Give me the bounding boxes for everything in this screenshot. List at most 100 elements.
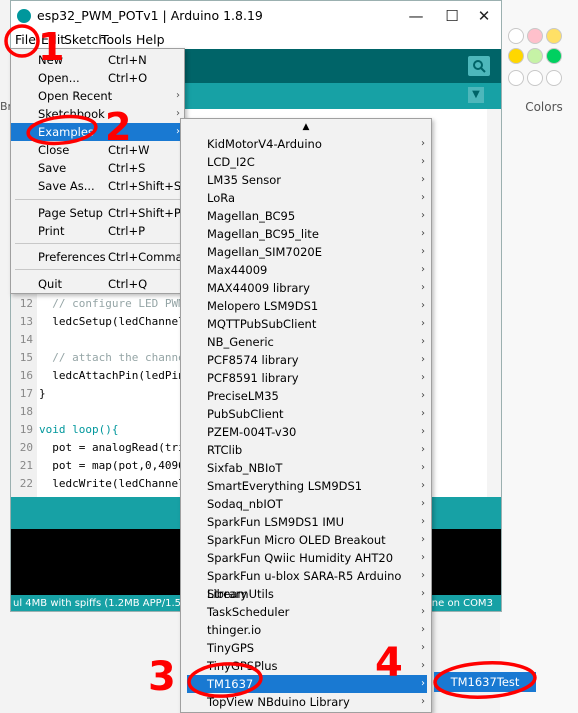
menu-item-label: MAX44009 library [207,281,310,295]
chevron-right-icon: › [421,336,425,347]
examples-item-tinygps[interactable]: TinyGPS › [181,639,431,657]
scroll-up-arrow-icon[interactable]: ▲ [181,119,431,135]
examples-item-rtclib[interactable]: RTClib › [181,441,431,459]
examples-item-pzem-004t-v30[interactable]: PZEM-004T-v30 › [181,423,431,441]
close-button[interactable]: ✕ [467,5,501,27]
chevron-right-icon: › [421,696,425,707]
menu-item-preferences[interactable]: Preferences Ctrl+Comma [11,248,184,266]
examples-item-pubsubclient[interactable]: PubSubClient › [181,405,431,423]
menu-item-sketchbook[interactable]: Sketchbook › [11,105,184,123]
line-number: 17 [19,387,33,400]
menu-file[interactable]: File [13,31,38,49]
examples-item-pcf8574-library[interactable]: PCF8574 library › [181,351,431,369]
examples-item-sixfab-nbiot[interactable]: Sixfab_NBIoT › [181,459,431,477]
chevron-right-icon: › [421,534,425,545]
examples-item-sparkfun-lsm9ds1-imu[interactable]: SparkFun LSM9DS1 IMU › [181,513,431,531]
examples-item-sparkfun-qwiic-humidity-aht20[interactable]: SparkFun Qwiic Humidity AHT20 › [181,549,431,567]
menu-item-label: TinyGPS [207,641,255,655]
examples-item-mqttpubsubclient[interactable]: MQTTPubSubClient › [181,315,431,333]
chevron-right-icon: › [421,660,425,671]
examples-item-magellan-sim7020e[interactable]: Magellan_SIM7020E › [181,243,431,261]
chevron-right-icon: › [421,498,425,509]
menu-item-examples[interactable]: Examples › [11,123,184,141]
swatch-empty[interactable] [527,70,543,86]
chevron-right-icon: › [421,480,425,491]
examples-item-nb-generic[interactable]: NB_Generic › [181,333,431,351]
swatch-green[interactable] [546,48,562,64]
examples-item-max44009[interactable]: Max44009 › [181,261,431,279]
examples-item-lora[interactable]: LoRa › [181,189,431,207]
code-text: ledcWrite(ledChannel [39,477,185,490]
chevron-right-icon: › [176,90,180,101]
chevron-right-icon: › [421,426,425,437]
minimize-button[interactable]: — [399,5,433,27]
examples-item-sparkfun-micro-oled-breakout[interactable]: SparkFun Micro OLED Breakout › [181,531,431,549]
menu-item-label: Sixfab_NBIoT [207,461,283,475]
menu-item-quit[interactable]: Quit Ctrl+Q [11,275,184,293]
tab-menu-button[interactable]: ▼ [468,87,484,103]
menu-tools[interactable]: Tools [99,31,134,49]
examples-item-lm35-sensor[interactable]: LM35 Sensor › [181,171,431,189]
menu-item-page-setup[interactable]: Page Setup Ctrl+Shift+P [11,204,184,222]
menu-item-save-as[interactable]: Save As... Ctrl+Shift+S [11,177,184,195]
code-text: ledcSetup(ledChannel [39,315,185,328]
chevron-right-icon: › [421,570,425,581]
menu-item-label: LM35 Sensor [207,173,282,187]
menu-item-label: TaskScheduler [207,605,290,619]
examples-item-magellan-bc95[interactable]: Magellan_BC95 › [181,207,431,225]
examples-submenu: ▲ KidMotorV4-Arduino › LCD_I2C › LM35 Sensor… [180,118,432,713]
menu-item-label: SparkFun LSM9DS1 IMU [207,515,345,529]
maximize-button[interactable]: ☐ [435,5,469,27]
menu-item-label: Magellan_SIM7020E [207,245,322,259]
annotation-step-3: 3 [148,654,176,700]
examples-item-lcd-i2c[interactable]: LCD_I2C › [181,153,431,171]
examples-item-topview-nbduino-library[interactable]: TopView NBduino Library › [181,693,431,711]
menu-item-label: SparkFun Micro OLED Breakout [207,533,386,547]
code-text: // attach the channe [39,351,185,364]
swatch-yellow[interactable] [546,28,562,44]
menu-item-label: NB_Generic [207,335,274,349]
swatch-white[interactable] [508,28,524,44]
chevron-right-icon: › [421,156,425,167]
chevron-right-icon: › [421,552,425,563]
examples-item-smarteverything-lsm9ds1[interactable]: SmartEverything LSM9DS1 › [181,477,431,495]
serial-monitor-button[interactable] [468,56,490,76]
examples-item-tm1637[interactable]: TM1637 › [187,675,427,693]
menu-item-print[interactable]: Print Ctrl+P [11,222,184,240]
menu-item-save[interactable]: Save Ctrl+S [11,159,184,177]
examples-item-pcf8591-library[interactable]: PCF8591 library › [181,369,431,387]
examples-item-magellan-bc95-lite[interactable]: Magellan_BC95_lite › [181,225,431,243]
examples-item-kidmotorv4-arduino[interactable]: KidMotorV4-Arduino › [181,135,431,153]
swatch-empty[interactable] [508,70,524,86]
tm1637-submenu-item-tm1637test[interactable]: TM1637Test [434,672,536,692]
examples-item-thinger-io[interactable]: thinger.io › [181,621,431,639]
line-number: 19 [19,423,33,436]
swatch-light-green[interactable] [527,48,543,64]
menu-item-close[interactable]: Close Ctrl+W [11,141,184,159]
examples-item-streamutils[interactable]: StreamUtils › [181,585,431,603]
menu-item-label: RTClib [207,443,243,457]
examples-item-sparkfun-u-blox-sara-r5-arduino-library[interactable]: SparkFun u-blox SARA-R5 Arduino Library › [181,567,431,601]
chevron-right-icon: › [421,192,425,203]
menu-item-label: TM1637 [207,677,254,691]
code-text: void loop(){ [39,423,119,436]
examples-item-max44009-library[interactable]: MAX44009 library › [181,279,431,297]
swatch-empty[interactable] [546,70,562,86]
menu-item-label: StreamUtils [207,587,274,601]
menu-item-new[interactable]: New Ctrl+N [11,51,184,69]
swatch-pink[interactable] [527,28,543,44]
swatch-gold[interactable] [508,48,524,64]
chevron-right-icon: › [421,354,425,365]
examples-item-sodaq-nbiot[interactable]: Sodaq_nbIOT › [181,495,431,513]
editor-scrollbar[interactable] [487,109,501,497]
menu-help[interactable]: Help [134,31,167,49]
examples-item-tinygpsplus[interactable]: TinyGPSPlus › [181,657,431,675]
menu-item-open[interactable]: Open... Ctrl+O [11,69,184,87]
menu-item-label: Max44009 [207,263,268,277]
menu-item-label: Melopero LSM9DS1 [207,299,319,313]
examples-item-taskscheduler[interactable]: TaskScheduler › [181,603,431,621]
examples-item-melopero-lsm9ds1[interactable]: Melopero LSM9DS1 › [181,297,431,315]
menu-item-open-recent[interactable]: Open Recent › [11,87,184,105]
menu-item-label: PreciseLM35 [207,389,279,403]
examples-item-preciselm35[interactable]: PreciseLM35 › [181,387,431,405]
